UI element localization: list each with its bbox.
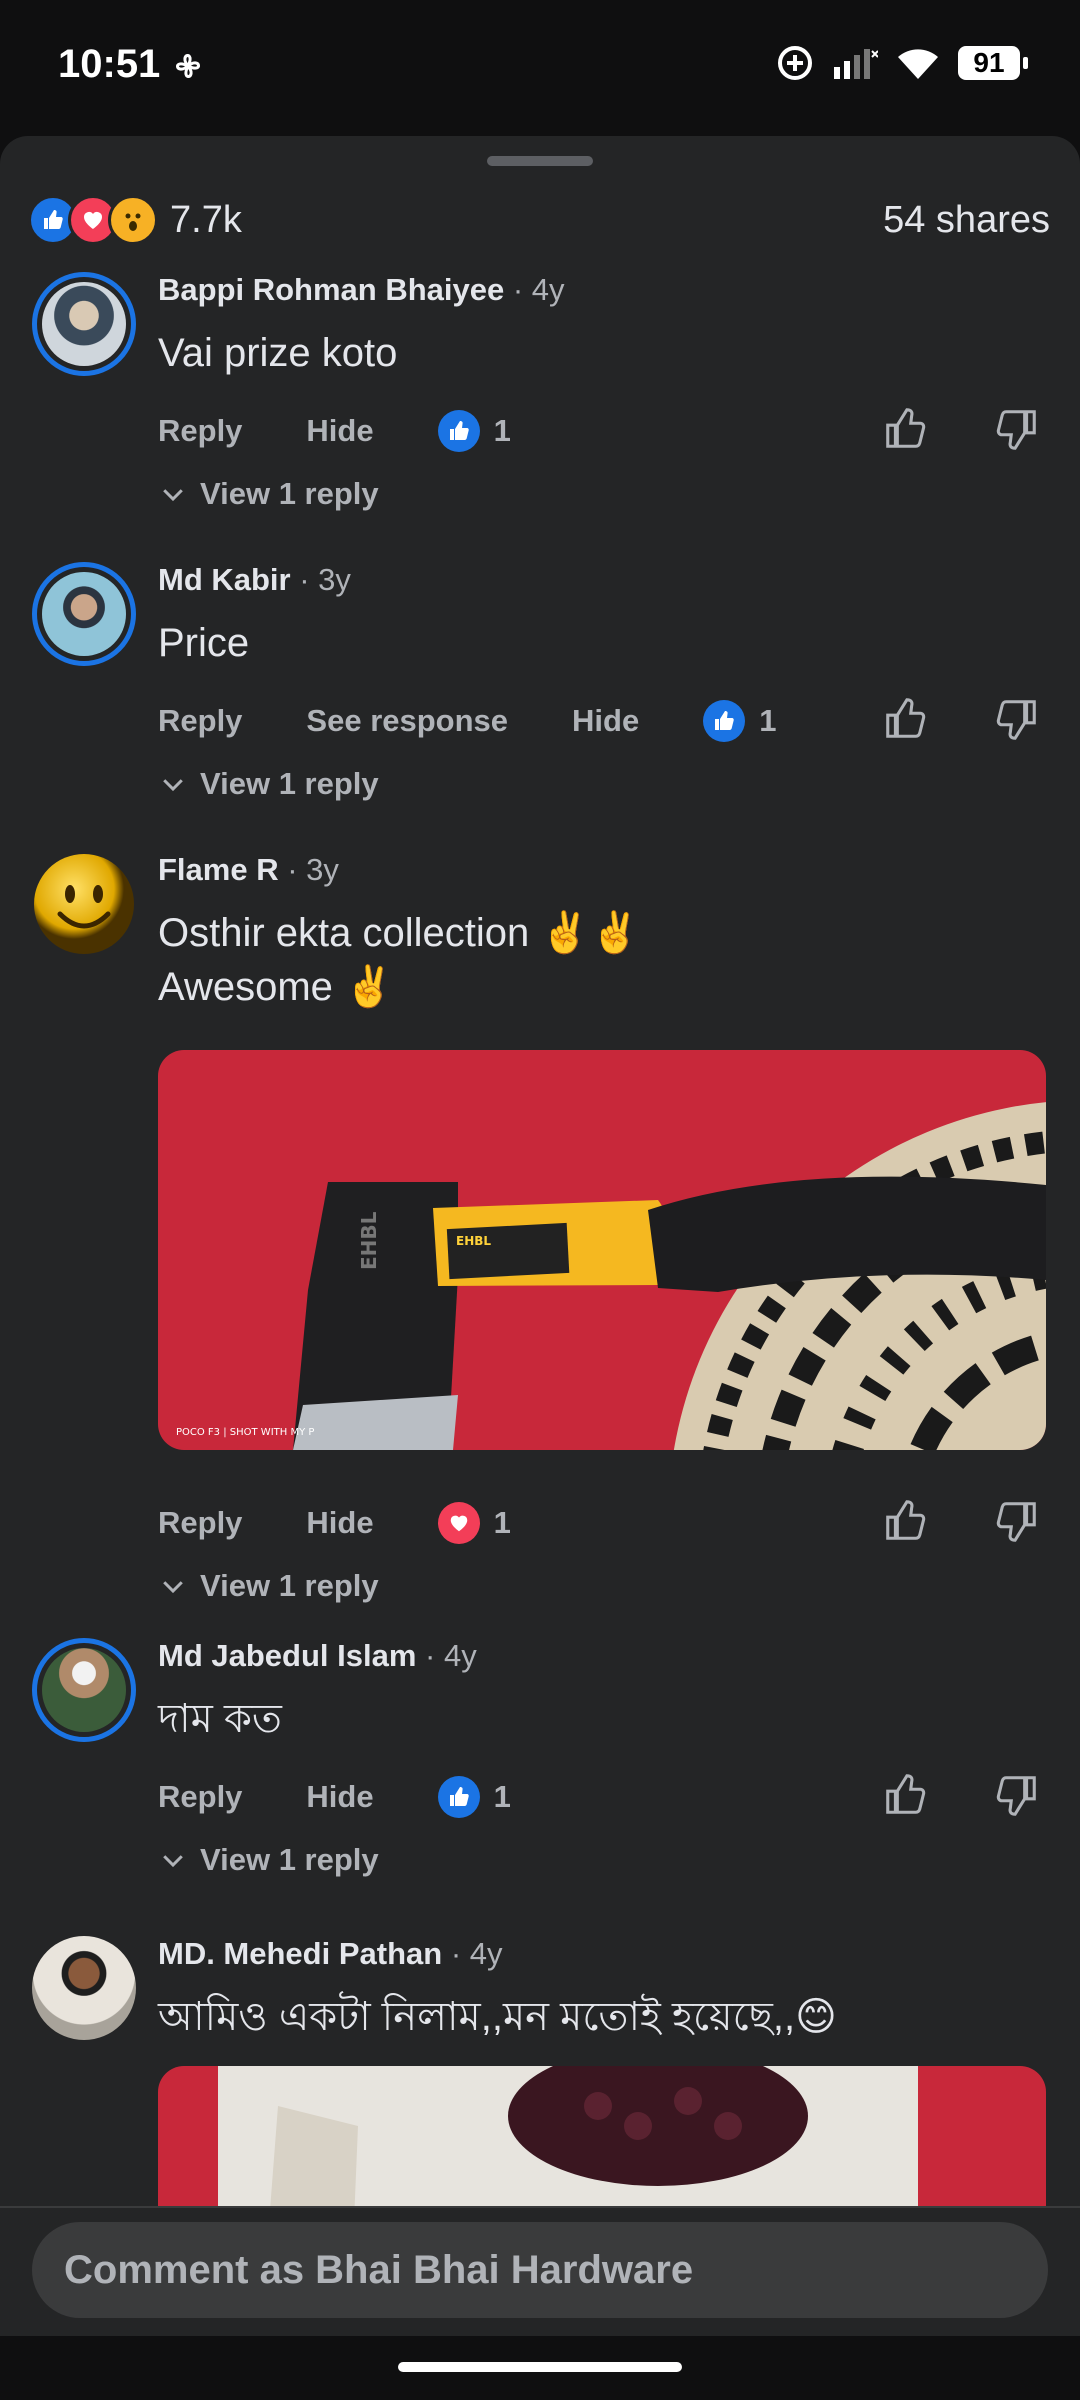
comment-age: · 4y: [425, 1638, 477, 1673]
comment-age: · 4y: [512, 272, 565, 307]
avatar[interactable]: [32, 852, 136, 956]
like-icon: [437, 1776, 480, 1818]
love-icon: [437, 1502, 480, 1544]
data-saver-icon: [778, 46, 812, 80]
like-icon: [703, 700, 746, 742]
comment-item: Bappi Rohman Bhaiyee · 4y Vai prize koto…: [0, 272, 1080, 512]
system-nav-bar: [0, 2336, 1080, 2400]
hide-button[interactable]: Hide: [306, 413, 373, 449]
status-bar: 10:51 91: [0, 0, 1080, 136]
comment-reaction[interactable]: 1: [703, 700, 776, 742]
reaction-count: 1: [493, 413, 511, 448]
comment-photo[interactable]: EHBL EHBL POCO F3 | SHOT WITH MY P: [158, 1050, 1046, 1450]
reply-button[interactable]: Reply: [158, 1505, 242, 1541]
comment-text: আমিও একটা নিলাম,,মন মতোই হয়েছে,,😊: [158, 1995, 837, 2039]
comment-text: Osthir ekta collection ✌️✌️ Awesome ✌️: [158, 911, 640, 1009]
reaction-count: 1: [493, 1505, 511, 1540]
chevron-down-icon: [163, 1581, 183, 1594]
avatar[interactable]: [32, 1638, 136, 1742]
thumbs-down-icon[interactable]: [994, 406, 1040, 452]
like-icon: [437, 410, 480, 452]
comment-actions: Reply Hide 1: [158, 1498, 511, 1548]
comment-composer-bar: Comment as Bhai Bhai Hardware: [0, 2206, 1080, 2338]
axe-photo: EHBL EHBL POCO F3 | SHOT WITH MY P: [158, 1050, 1046, 1450]
commenter-name[interactable]: Md Kabir: [158, 562, 291, 597]
hide-button[interactable]: Hide: [572, 703, 639, 739]
commenter-name[interactable]: Md Jabedul Islam: [158, 1638, 416, 1673]
thumbs-down-icon[interactable]: [994, 696, 1040, 742]
view-replies-link[interactable]: View 1 reply: [158, 1842, 379, 1878]
avatar[interactable]: [32, 272, 136, 376]
chevron-down-icon: [163, 489, 183, 502]
svg-text:POCO F3 | SHOT WITH MY P: POCO F3 | SHOT WITH MY P: [176, 1427, 314, 1438]
drag-handle[interactable]: [487, 156, 593, 166]
comment-age: · 3y: [287, 852, 339, 887]
view-replies-link[interactable]: View 1 reply: [158, 476, 379, 512]
comment-item: Md Jabedul Islam · 4y দাম কত Reply Hide …: [0, 1638, 1080, 1878]
comment-reaction[interactable]: 1: [437, 1502, 511, 1544]
comment-text: দাম কত: [158, 1697, 282, 1741]
thumbs-up-icon[interactable]: [882, 696, 928, 742]
chevron-down-icon: [163, 779, 183, 792]
pinwheel-icon: [176, 54, 200, 78]
battery-indicator: 91: [958, 46, 1028, 80]
hide-button[interactable]: Hide: [306, 1779, 373, 1815]
wifi-icon: [898, 49, 938, 79]
avatar[interactable]: [32, 1936, 136, 2040]
see-response-button[interactable]: See response: [306, 703, 508, 739]
hide-button[interactable]: Hide: [306, 1505, 373, 1541]
reaction-summary: 7.7k 54 shares: [28, 190, 1050, 250]
thumbs-up-icon[interactable]: [882, 1498, 928, 1544]
comments-sheet: 7.7k 54 shares Bappi Rohman Bhaiyee · 4y…: [0, 136, 1080, 2336]
thumbs-down-icon[interactable]: [994, 1498, 1040, 1544]
commenter-name[interactable]: Bappi Rohman Bhaiyee: [158, 272, 504, 307]
reaction-icons[interactable]: [28, 195, 158, 245]
comment-actions: Reply Hide 1: [158, 1772, 511, 1822]
comment-age: · 3y: [299, 562, 351, 597]
reply-button[interactable]: Reply: [158, 703, 242, 739]
smiley-avatar-icon: [34, 854, 134, 954]
thumbs-down-icon[interactable]: [994, 1772, 1040, 1818]
avatar[interactable]: [32, 562, 136, 666]
view-replies-link[interactable]: View 1 reply: [158, 766, 379, 802]
view-replies-link[interactable]: View 1 reply: [158, 1568, 379, 1604]
signal-icon: [834, 49, 878, 79]
reaction-count: 1: [493, 1779, 511, 1814]
svg-text:EHBL: EHBL: [357, 1211, 381, 1270]
comment-reaction[interactable]: 1: [437, 1776, 511, 1818]
comment-input[interactable]: Comment as Bhai Bhai Hardware: [32, 2222, 1048, 2318]
comment-age: · 4y: [450, 1936, 503, 1971]
shares-count[interactable]: 54 shares: [883, 199, 1050, 242]
wow-icon: [108, 195, 158, 245]
commenter-name[interactable]: MD. Mehedi Pathan: [158, 1936, 442, 1971]
reply-button[interactable]: Reply: [158, 1779, 242, 1815]
comment-reaction[interactable]: 1: [437, 410, 511, 452]
thumbs-up-icon[interactable]: [882, 1772, 928, 1818]
commenter-name[interactable]: Flame R: [158, 852, 279, 887]
thumbs-up-icon[interactable]: [882, 406, 928, 452]
reply-button[interactable]: Reply: [158, 413, 242, 449]
comment-actions: Reply See response Hide 1: [158, 696, 776, 746]
chevron-down-icon: [163, 1855, 183, 1868]
comment-actions: Reply Hide 1: [158, 406, 511, 456]
svg-text:EHBL: EHBL: [456, 1234, 491, 1248]
comment-text: Vai prize koto: [158, 331, 398, 375]
comment-text: Price: [158, 621, 250, 665]
comment-item: Md Kabir · 3y Price Reply See response H…: [0, 562, 1080, 802]
reaction-count[interactable]: 7.7k: [170, 199, 242, 242]
home-indicator[interactable]: [398, 2362, 682, 2372]
comment-item: Flame R · 3y Osthir ekta collection ✌️✌️…: [0, 852, 1080, 1652]
reaction-count: 1: [759, 703, 777, 738]
clock: 10:51: [58, 42, 161, 86]
